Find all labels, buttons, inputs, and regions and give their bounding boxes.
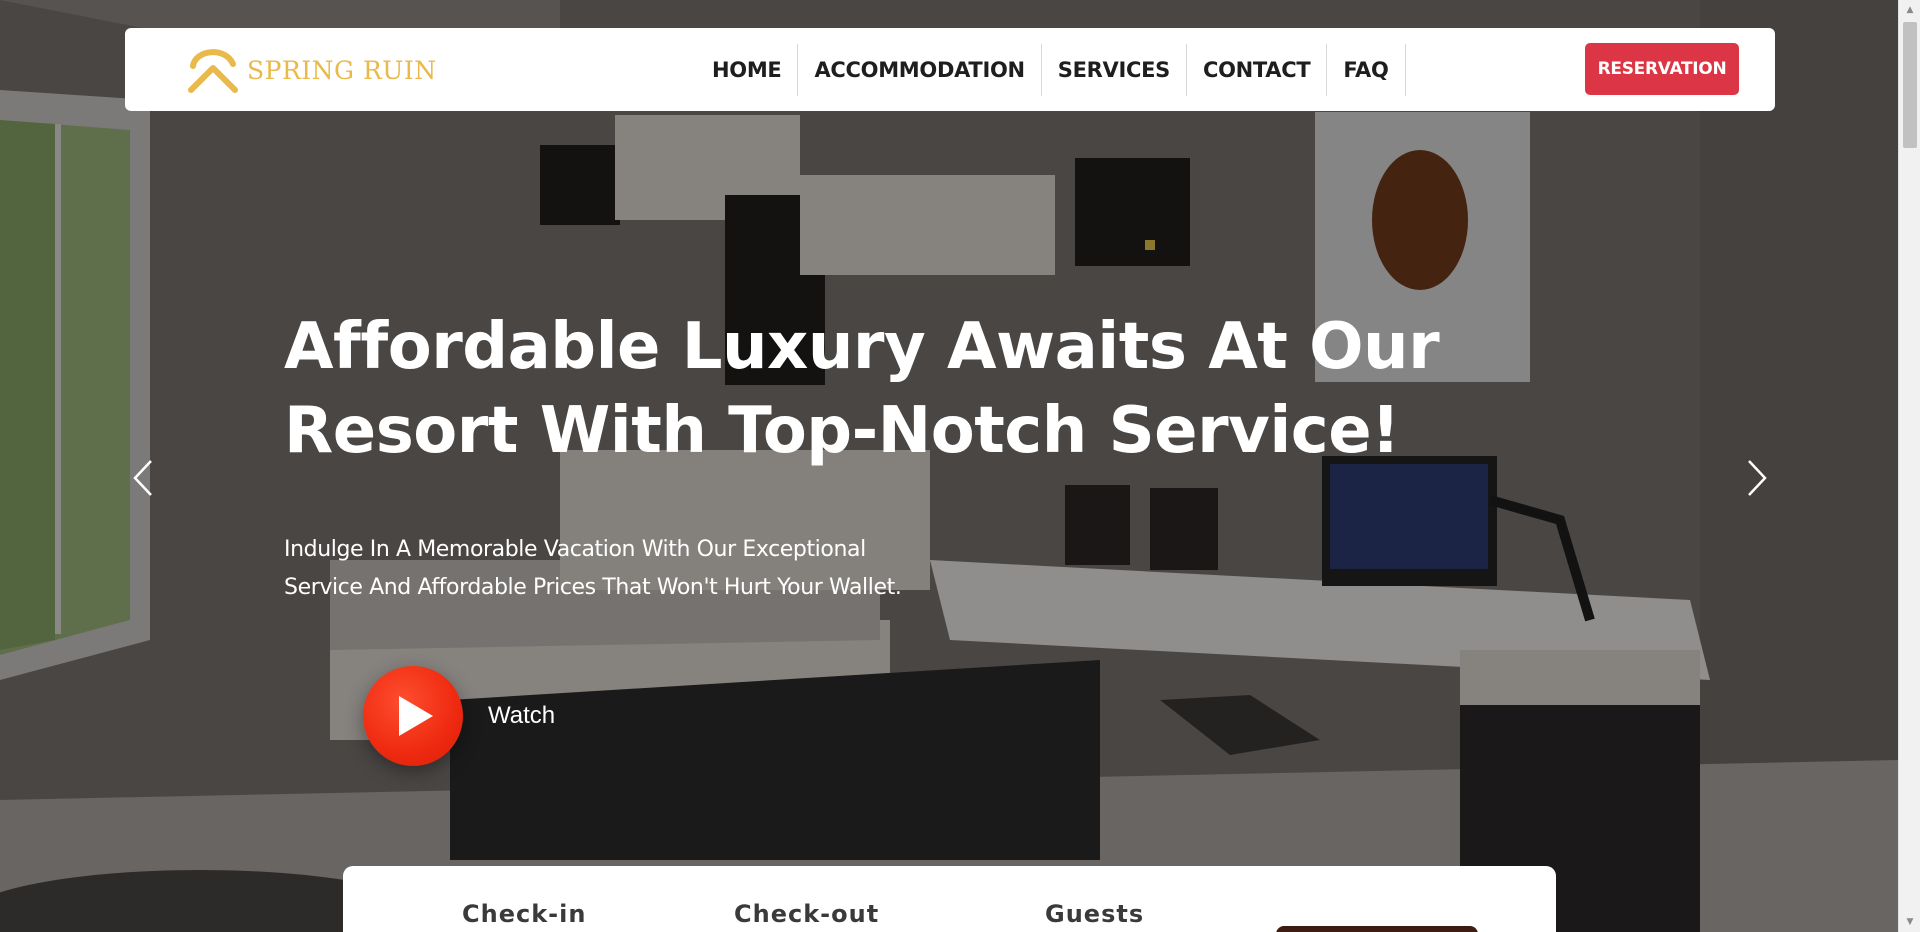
scroll-up-icon[interactable]: ▲ bbox=[1899, 0, 1920, 20]
hero-title: Affordable Luxury Awaits At Our Resort W… bbox=[284, 310, 1440, 468]
booking-image bbox=[1276, 926, 1478, 932]
scroll-down-icon[interactable]: ▼ bbox=[1899, 912, 1920, 932]
nav-item-contact[interactable]: CONTACT bbox=[1187, 44, 1328, 96]
carousel-prev-button[interactable] bbox=[123, 458, 163, 498]
roof-chevron-logo-icon bbox=[188, 49, 238, 93]
watch-video-button[interactable]: Watch bbox=[363, 666, 555, 766]
chevron-right-icon bbox=[1748, 460, 1767, 496]
chevron-left-icon bbox=[133, 460, 152, 496]
scrollbar-thumb[interactable] bbox=[1903, 22, 1917, 148]
scrollbar[interactable]: ▲ ▼ bbox=[1898, 0, 1920, 932]
nav-item-home[interactable]: HOME bbox=[696, 44, 799, 96]
carousel-next-button[interactable] bbox=[1737, 458, 1777, 498]
checkout-label: Check-out bbox=[734, 900, 880, 928]
hero-subtitle-line-2: Service And Affordable Prices That Won't… bbox=[284, 575, 902, 600]
booking-form: Check-in Check-out Guests bbox=[343, 866, 1556, 932]
brand-name: SPRING RUIN bbox=[247, 55, 437, 85]
navbar: SPRING RUIN HOME ACCOMMODATION SERVICES … bbox=[125, 28, 1775, 111]
nav-item-accommodation[interactable]: ACCOMMODATION bbox=[798, 44, 1042, 96]
watch-label: Watch bbox=[488, 702, 556, 729]
nav-item-faq[interactable]: FAQ bbox=[1327, 44, 1406, 96]
nav-menu: HOME ACCOMMODATION SERVICES CONTACT FAQ bbox=[696, 44, 1406, 96]
hero-subtitle: Indulge In A Memorable Vacation With Our… bbox=[284, 531, 1004, 607]
page: Affordable Luxury Awaits At Our Resort W… bbox=[0, 0, 1920, 932]
brand-logo[interactable]: SPRING RUIN bbox=[185, 42, 437, 98]
hero-subtitle-line-1: Indulge In A Memorable Vacation With Our… bbox=[284, 537, 866, 562]
checkin-label: Check-in bbox=[462, 900, 587, 928]
play-icon[interactable] bbox=[363, 666, 463, 766]
hero-section: Affordable Luxury Awaits At Our Resort W… bbox=[0, 0, 1898, 932]
guests-label: Guests bbox=[1045, 900, 1145, 928]
nav-item-services[interactable]: SERVICES bbox=[1042, 44, 1187, 96]
reservation-button[interactable]: RESERVATION bbox=[1585, 43, 1739, 95]
